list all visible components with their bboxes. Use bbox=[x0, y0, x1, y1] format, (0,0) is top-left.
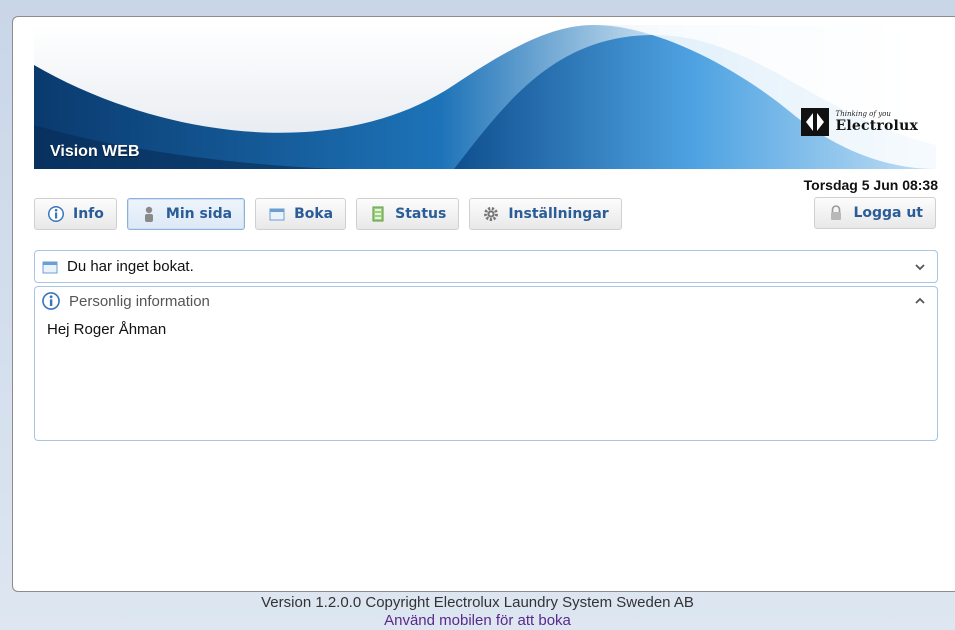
brand-tagline: Thinking of you bbox=[835, 110, 891, 118]
nav-status-button[interactable]: Status bbox=[356, 198, 460, 230]
logout-button[interactable]: Logga ut bbox=[814, 197, 936, 229]
nav-installningar-button[interactable]: Inställningar bbox=[469, 198, 622, 230]
nav-boka-label: Boka bbox=[294, 206, 334, 222]
personal-info-header[interactable]: Personlig information bbox=[35, 287, 937, 315]
nav-info-label: Info bbox=[73, 206, 104, 222]
brand-logo: Thinking of you Electrolux bbox=[800, 107, 918, 137]
app-title: Vision WEB bbox=[50, 143, 140, 160]
logout-label: Logga ut bbox=[853, 205, 923, 221]
booking-status-text: Du har inget bokat. bbox=[67, 258, 194, 275]
status-icon bbox=[372, 206, 384, 222]
personal-info-title: Personlig information bbox=[69, 292, 210, 310]
info-icon bbox=[42, 292, 60, 310]
main-frame: Vision WEB Thinking of you Electrolux To… bbox=[12, 16, 955, 592]
nav-installningar-label: Inställningar bbox=[508, 206, 609, 222]
personal-info-panel: Personlig information Hej Roger Åhman bbox=[34, 286, 938, 441]
calendar-icon bbox=[269, 208, 285, 221]
nav-boka-button[interactable]: Boka bbox=[255, 198, 347, 230]
nav-min-sida-button[interactable]: Min sida bbox=[126, 198, 246, 230]
electrolux-logo-icon bbox=[800, 108, 829, 136]
nav-status-label: Status bbox=[395, 206, 447, 222]
nav-min-sida-label: Min sida bbox=[165, 206, 233, 222]
lock-icon bbox=[831, 205, 842, 220]
header-banner: Vision WEB Thinking of you Electrolux bbox=[34, 25, 936, 169]
version-text: Version 1.2.0.0 Copyright Electrolux Lau… bbox=[261, 594, 694, 611]
brand-name: Electrolux bbox=[835, 118, 918, 134]
gear-icon bbox=[484, 207, 499, 221]
personal-greeting: Hej Roger Åhman bbox=[47, 321, 167, 338]
current-datetime: Torsdag 5 Jun 08:38 bbox=[803, 177, 938, 193]
user-icon bbox=[144, 206, 153, 222]
calendar-icon bbox=[42, 261, 58, 273]
banner-wave-graphic bbox=[34, 25, 936, 169]
chevron-up-icon[interactable] bbox=[913, 294, 927, 308]
main-nav: Info Min sida Boka Status Inställningar bbox=[34, 198, 622, 230]
info-icon bbox=[48, 206, 64, 222]
booking-panel[interactable]: Du har inget bokat. bbox=[34, 250, 938, 283]
footer: Version 1.2.0.0 Copyright Electrolux Lau… bbox=[0, 594, 955, 629]
chevron-down-icon[interactable] bbox=[913, 260, 927, 274]
mobile-booking-link[interactable]: Använd mobilen för att boka bbox=[0, 612, 955, 629]
nav-info-button[interactable]: Info bbox=[34, 198, 117, 230]
